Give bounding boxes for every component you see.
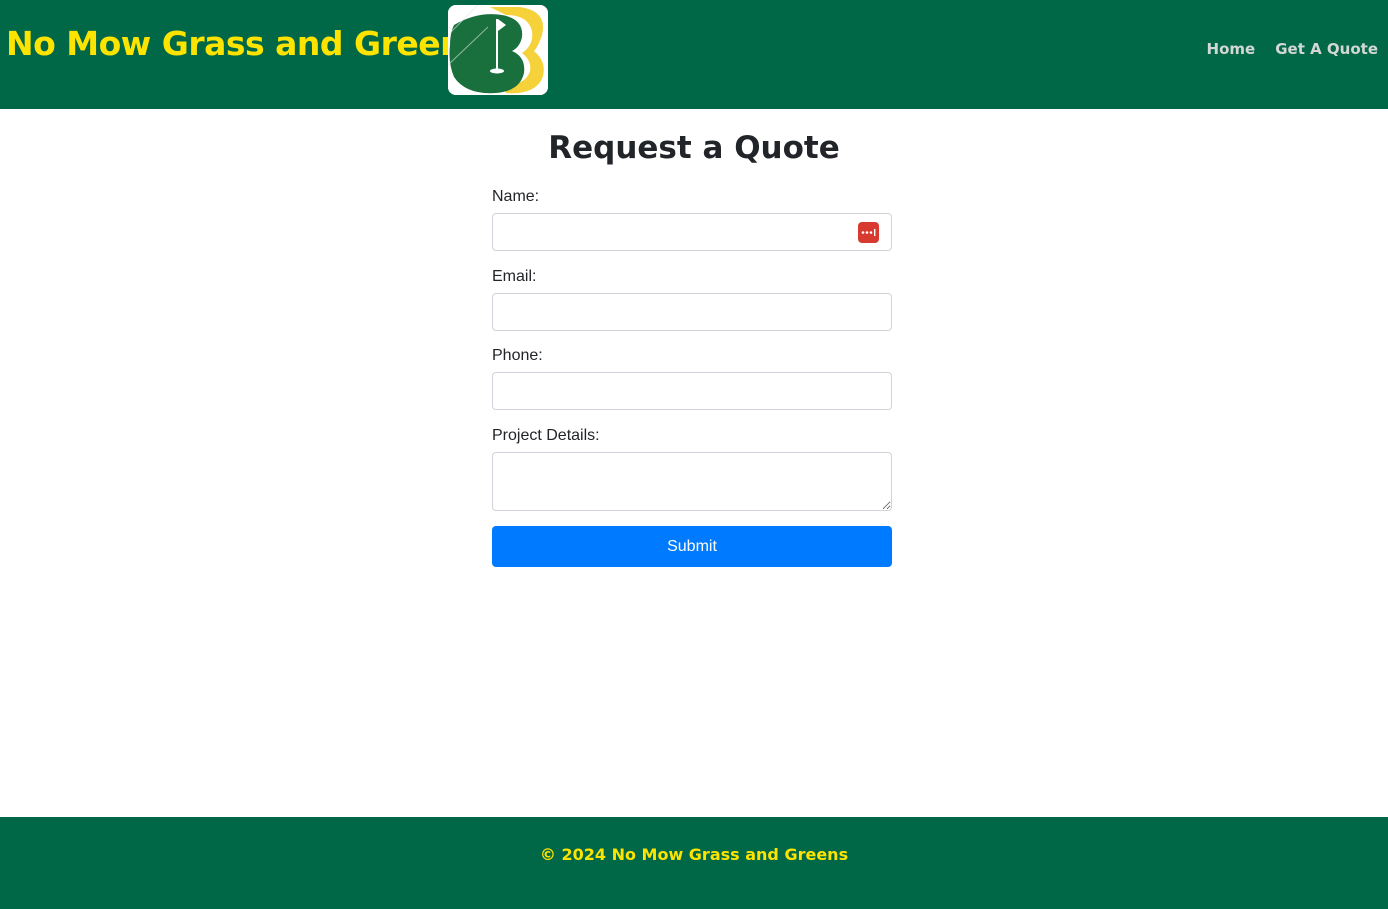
site-footer: © 2024 No Mow Grass and Greens: [0, 817, 1388, 909]
password-manager-icon[interactable]: [858, 222, 879, 243]
main-nav: Home Get A Quote: [1207, 40, 1378, 58]
footer-copyright: © 2024 No Mow Grass and Greens: [539, 845, 849, 864]
name-input[interactable]: [492, 213, 892, 251]
email-input[interactable]: [492, 293, 892, 331]
phone-label: Phone:: [492, 347, 543, 364]
submit-button[interactable]: Submit: [492, 526, 892, 567]
nav-get-a-quote-link[interactable]: Get A Quote: [1275, 40, 1378, 58]
name-label: Name:: [492, 188, 540, 205]
nav-home-link[interactable]: Home: [1207, 40, 1256, 58]
page: No Mow Grass and Greens Home Get A Quote…: [0, 0, 1388, 909]
project-details-textarea[interactable]: [492, 452, 892, 511]
site-header: No Mow Grass and Greens Home Get A Quote: [0, 0, 1388, 109]
site-title: No Mow Grass and Greens: [6, 24, 483, 63]
phone-input[interactable]: [492, 372, 892, 410]
project-details-label: Project Details:: [492, 427, 600, 444]
email-label: Email:: [492, 268, 537, 285]
logo-icon[interactable]: [448, 5, 548, 95]
page-title: Request a Quote: [548, 130, 840, 166]
